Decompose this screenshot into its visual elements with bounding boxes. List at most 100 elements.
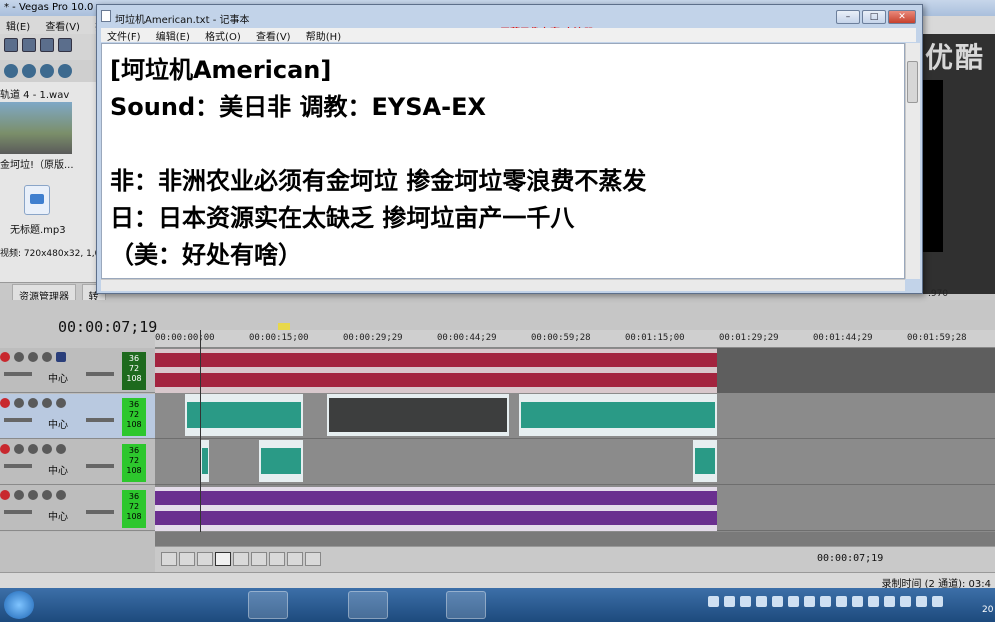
pan-slider[interactable]	[86, 510, 114, 514]
tray-icon[interactable]	[836, 596, 847, 607]
tray-icon[interactable]	[740, 596, 751, 607]
tray-icon[interactable]	[916, 596, 927, 607]
mute-icon[interactable]	[14, 398, 24, 408]
fx-icon[interactable]	[28, 490, 38, 500]
scrollbar-thumb[interactable]	[907, 61, 918, 103]
timeline-tracks[interactable]	[155, 348, 995, 532]
explorer-icon[interactable]	[52, 591, 92, 619]
menu-format[interactable]: 格式(O)	[199, 28, 247, 43]
track-header-1[interactable]: 中心 36 72 108	[0, 348, 155, 393]
media-item-video-label[interactable]: 金坷垃!（原版...	[0, 156, 100, 171]
fx-icon[interactable]	[28, 444, 38, 454]
winrar-taskbar-icon[interactable]	[348, 591, 388, 619]
fx-icon[interactable]	[28, 398, 38, 408]
volume-slider[interactable]	[4, 464, 32, 468]
go-to-end-button[interactable]	[287, 552, 303, 566]
maximize-button[interactable]: □	[862, 10, 886, 24]
refresh-icon[interactable]	[58, 64, 72, 78]
tray-icon[interactable]	[900, 596, 911, 607]
track4-waveform[interactable]	[155, 487, 717, 531]
track1-waveform[interactable]	[155, 349, 717, 393]
time-ruler[interactable]: 00:00:00;00 00:00:15;00 00:00:29;29 00:0…	[155, 330, 995, 348]
vegas-menu-edit[interactable]: 辑(E)	[0, 16, 36, 35]
plane-app-icon[interactable]	[196, 591, 236, 619]
solo-icon[interactable]	[56, 398, 66, 408]
mute-icon[interactable]	[14, 490, 24, 500]
solo-icon[interactable]	[56, 352, 66, 362]
pan-slider[interactable]	[86, 372, 114, 376]
go-to-start-button[interactable]	[269, 552, 285, 566]
playhead-cursor[interactable]	[200, 330, 201, 532]
track-lane-1[interactable]	[155, 348, 995, 393]
notepad-taskbar-icon[interactable]	[446, 591, 486, 619]
play-from-start-button[interactable]	[197, 552, 213, 566]
track-lane-3[interactable]	[155, 440, 995, 485]
k-app-icon[interactable]	[148, 591, 188, 619]
record-arm-icon[interactable]	[0, 398, 10, 408]
stop-button[interactable]	[251, 552, 267, 566]
save-icon[interactable]	[4, 38, 18, 52]
track2-waveform[interactable]	[155, 394, 995, 438]
media-item-mp3-label[interactable]: 无标题.mp3	[10, 221, 100, 236]
track-lane-2[interactable]	[155, 394, 995, 439]
record-button[interactable]	[161, 552, 177, 566]
gear-icon[interactable]	[42, 490, 52, 500]
start-button-icon[interactable]	[4, 591, 34, 619]
tray-icon[interactable]	[868, 596, 879, 607]
tray-icon[interactable]	[772, 596, 783, 607]
track-header-2[interactable]: 中心 36 72 108	[0, 394, 155, 439]
search-icon[interactable]	[40, 64, 54, 78]
pan-slider[interactable]	[86, 418, 114, 422]
media-player-icon[interactable]	[100, 591, 140, 619]
mp3-file-icon[interactable]	[24, 185, 50, 215]
tray-icon[interactable]	[820, 596, 831, 607]
loop-button[interactable]	[179, 552, 195, 566]
track-lane-4[interactable]	[155, 486, 995, 531]
cut-icon[interactable]	[58, 38, 72, 52]
close-button[interactable]: ✕	[888, 10, 916, 24]
tray-icon[interactable]	[852, 596, 863, 607]
next-frame-button[interactable]	[305, 552, 321, 566]
video-thumbnail[interactable]	[0, 102, 72, 154]
media-tab-label[interactable]: 轨道 4 - 1.wav	[0, 86, 69, 101]
gear-icon[interactable]	[42, 352, 52, 362]
fx-icon[interactable]	[28, 352, 38, 362]
volume-slider[interactable]	[4, 418, 32, 422]
solo-icon[interactable]	[56, 444, 66, 454]
hao123-icon[interactable]	[398, 591, 438, 619]
clock[interactable]: 20	[982, 605, 993, 615]
tray-icon[interactable]	[756, 596, 767, 607]
vegas-menu-view[interactable]: 查看(V)	[39, 16, 86, 35]
gear-icon[interactable]	[42, 444, 52, 454]
tray-icon[interactable]	[804, 596, 815, 607]
pause-button[interactable]	[233, 552, 249, 566]
help-icon[interactable]	[724, 596, 735, 607]
track-header-3[interactable]: 中心 36 72 108	[0, 440, 155, 485]
pan-slider[interactable]	[86, 464, 114, 468]
volume-slider[interactable]	[4, 510, 32, 514]
track3-waveform[interactable]	[155, 440, 995, 484]
record-arm-icon[interactable]	[0, 490, 10, 500]
solo-icon[interactable]	[56, 490, 66, 500]
track-header-4[interactable]: 中心 36 72 108	[0, 486, 155, 531]
properties-icon[interactable]	[22, 38, 36, 52]
gear-icon[interactable]	[42, 398, 52, 408]
mute-icon[interactable]	[14, 352, 24, 362]
menu-edit[interactable]: 编辑(E)	[150, 28, 196, 43]
tray-icon[interactable]	[708, 596, 719, 607]
bluetooth-icon[interactable]	[884, 596, 895, 607]
mute-icon[interactable]	[14, 444, 24, 454]
green-app-icon[interactable]	[298, 591, 338, 619]
horizontal-scrollbar[interactable]	[101, 279, 905, 291]
volume-icon[interactable]	[932, 596, 943, 607]
record-arm-icon[interactable]	[0, 352, 10, 362]
volume-slider[interactable]	[4, 372, 32, 376]
import-icon[interactable]	[4, 64, 18, 78]
menu-view[interactable]: 查看(V)	[250, 28, 297, 43]
tray-icon[interactable]	[788, 596, 799, 607]
notepad-text-area[interactable]: [坷垃机American] Sound：美日非 调教：EYSA-EX 非：非洲农…	[101, 43, 905, 279]
play-button[interactable]	[215, 552, 231, 566]
record-arm-icon[interactable]	[0, 444, 10, 454]
minimize-button[interactable]: –	[836, 10, 860, 24]
vegas-taskbar-icon[interactable]	[248, 591, 288, 619]
